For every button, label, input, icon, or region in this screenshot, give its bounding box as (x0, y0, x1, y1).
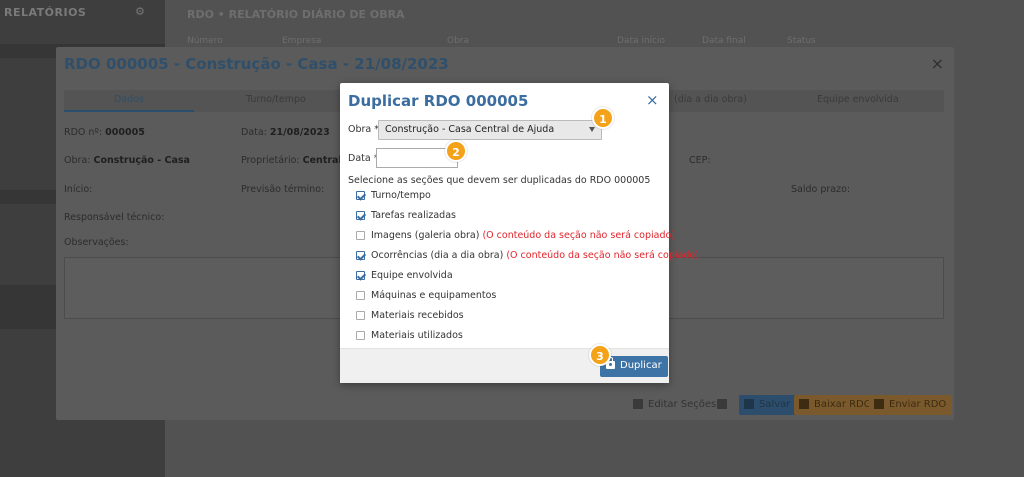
obra-label: Obra * (348, 124, 380, 135)
rdo-number-label: RDO nº: (64, 127, 103, 138)
rdo-obra-field: Obra: Construção - Casa (64, 155, 190, 166)
duplicate-dialog: Duplicar RDO 000005 × Obra * Construção … (340, 83, 699, 383)
section-label: Tarefas realizadas (371, 209, 456, 221)
rdo-owner-label: Proprietário: (241, 155, 300, 166)
rdo-obra-value: Construção - Casa (93, 155, 190, 166)
download-rdo-button[interactable]: Baixar RDO (794, 395, 878, 415)
section-checkbox-materiais-recebidos[interactable]: Materiais recebidos (356, 308, 464, 322)
dialog-footer: Duplicar (340, 348, 669, 383)
email-icon (874, 399, 884, 409)
table-header: Número Empresa Obra Data início Data fin… (187, 36, 847, 46)
rdo-date-label: Data: (241, 127, 267, 138)
section-label: Materiais recebidos (371, 309, 464, 321)
send-rdo-label: Enviar RDO (889, 399, 947, 410)
send-rdo-button[interactable]: Enviar RDO (869, 395, 953, 415)
checkbox[interactable] (356, 290, 365, 300)
step-badge-1: 1 (592, 107, 614, 129)
chevron-down-icon (589, 127, 595, 132)
rdo-number-field: RDO nº: 000005 (64, 127, 145, 138)
section-checkbox-turno-tempo[interactable]: Turno/tempo (356, 188, 431, 202)
rdo-date-value: 21/08/2023 (269, 127, 330, 138)
active-tab-indicator (64, 110, 194, 112)
checkbox[interactable] (356, 210, 365, 220)
section-checkbox-materiais-utilizados[interactable]: Materiais utilizados (356, 328, 463, 342)
checkbox[interactable] (356, 310, 365, 320)
column-header: Data final (702, 36, 746, 46)
rdo-balance-label: Saldo prazo: (791, 184, 851, 195)
sections-hint: Selecione as seções que devem ser duplic… (348, 175, 651, 186)
section-checkbox-ocorrencias[interactable]: Ocorrências (dia a dia obra) (O conteúdo… (356, 248, 699, 262)
rdo-owner-field: Proprietário: Central d (241, 155, 352, 166)
obra-select-value: Construção - Casa Central de Ajuda (385, 124, 555, 135)
step-badge-2: 2 (445, 140, 467, 162)
close-icon[interactable]: × (931, 54, 944, 73)
section-checkbox-maquinas[interactable]: Máquinas e equipamentos (356, 288, 496, 302)
rdo-notes-label: Observações: (64, 237, 129, 248)
section-checkbox-tarefas[interactable]: Tarefas realizadas (356, 208, 456, 222)
rdo-cep-label: CEP: (689, 155, 711, 166)
rdo-forecast-label: Previsão término: (241, 184, 325, 195)
page-title: RDO • RELATÓRIO DIÁRIO DE OBRA (187, 8, 405, 21)
gear-icon[interactable]: ⚙ (135, 5, 145, 18)
section-warning: (O conteúdo da seção não será copiado) (482, 229, 675, 241)
tab-dados[interactable]: Dados (114, 94, 144, 105)
sidebar-title: RELATÓRIOS (4, 6, 87, 19)
section-label: Materiais utilizados (371, 329, 463, 341)
rdo-modal-title: RDO 000005 - Construção - Casa - 21/08/2… (64, 55, 449, 73)
tab-ocorrencias[interactable]: (dia a dia obra) (674, 94, 747, 105)
rdo-footer: Editar Seções Salvar Baixar RDO Enviar R… (56, 387, 954, 420)
save-button[interactable]: Salvar (739, 395, 797, 415)
rdo-obra-label: Obra: (64, 155, 91, 166)
close-icon[interactable]: × (646, 91, 659, 109)
rdo-responsible-label: Responsável técnico: (64, 212, 165, 223)
checkbox[interactable] (356, 230, 365, 240)
obra-select[interactable]: Construção - Casa Central de Ajuda (378, 120, 602, 140)
save-icon (633, 399, 643, 409)
checkbox[interactable] (356, 250, 365, 260)
checkbox[interactable] (356, 270, 365, 280)
download-rdo-label: Baixar RDO (814, 399, 872, 410)
copy-button[interactable] (713, 395, 731, 415)
edit-sections-label: Editar Seções (648, 399, 717, 410)
column-header: Empresa (282, 36, 322, 46)
column-header: Data início (617, 36, 666, 46)
tab-turno-tempo[interactable]: Turno/tempo (246, 94, 306, 105)
column-header: Obra (447, 36, 470, 46)
section-label: Ocorrências (dia a dia obra) (371, 249, 504, 261)
section-warning: (O conteúdo da seção não será copiado) (506, 249, 699, 261)
save-icon (744, 399, 754, 409)
copy-icon (717, 399, 727, 409)
section-label: Imagens (galeria obra) (371, 229, 480, 241)
edit-sections-button[interactable]: Editar Seções (628, 395, 722, 415)
column-header: Número (187, 36, 223, 46)
section-label: Equipe envolvida (371, 269, 453, 281)
section-label: Turno/tempo (371, 189, 431, 201)
rdo-number-value: 000005 (105, 127, 145, 138)
section-checkbox-equipe[interactable]: Equipe envolvida (356, 268, 453, 282)
step-badge-3: 3 (589, 344, 611, 366)
save-label: Salvar (759, 399, 791, 410)
dialog-title: Duplicar RDO 000005 (348, 92, 529, 110)
section-label: Máquinas e equipamentos (371, 289, 497, 301)
column-header: Status (787, 36, 816, 46)
tab-equipe-envolvida[interactable]: Equipe envolvida (817, 94, 899, 105)
rdo-date-field: Data: 21/08/2023 (241, 127, 330, 138)
checkbox[interactable] (356, 190, 365, 200)
duplicate-button-label: Duplicar (620, 360, 662, 371)
download-icon (799, 399, 809, 409)
checkbox[interactable] (356, 330, 365, 340)
section-checkbox-imagens[interactable]: Imagens (galeria obra) (O conteúdo da se… (356, 228, 675, 242)
data-label: Data * (348, 153, 379, 164)
rdo-start-label: Início: (64, 184, 93, 195)
